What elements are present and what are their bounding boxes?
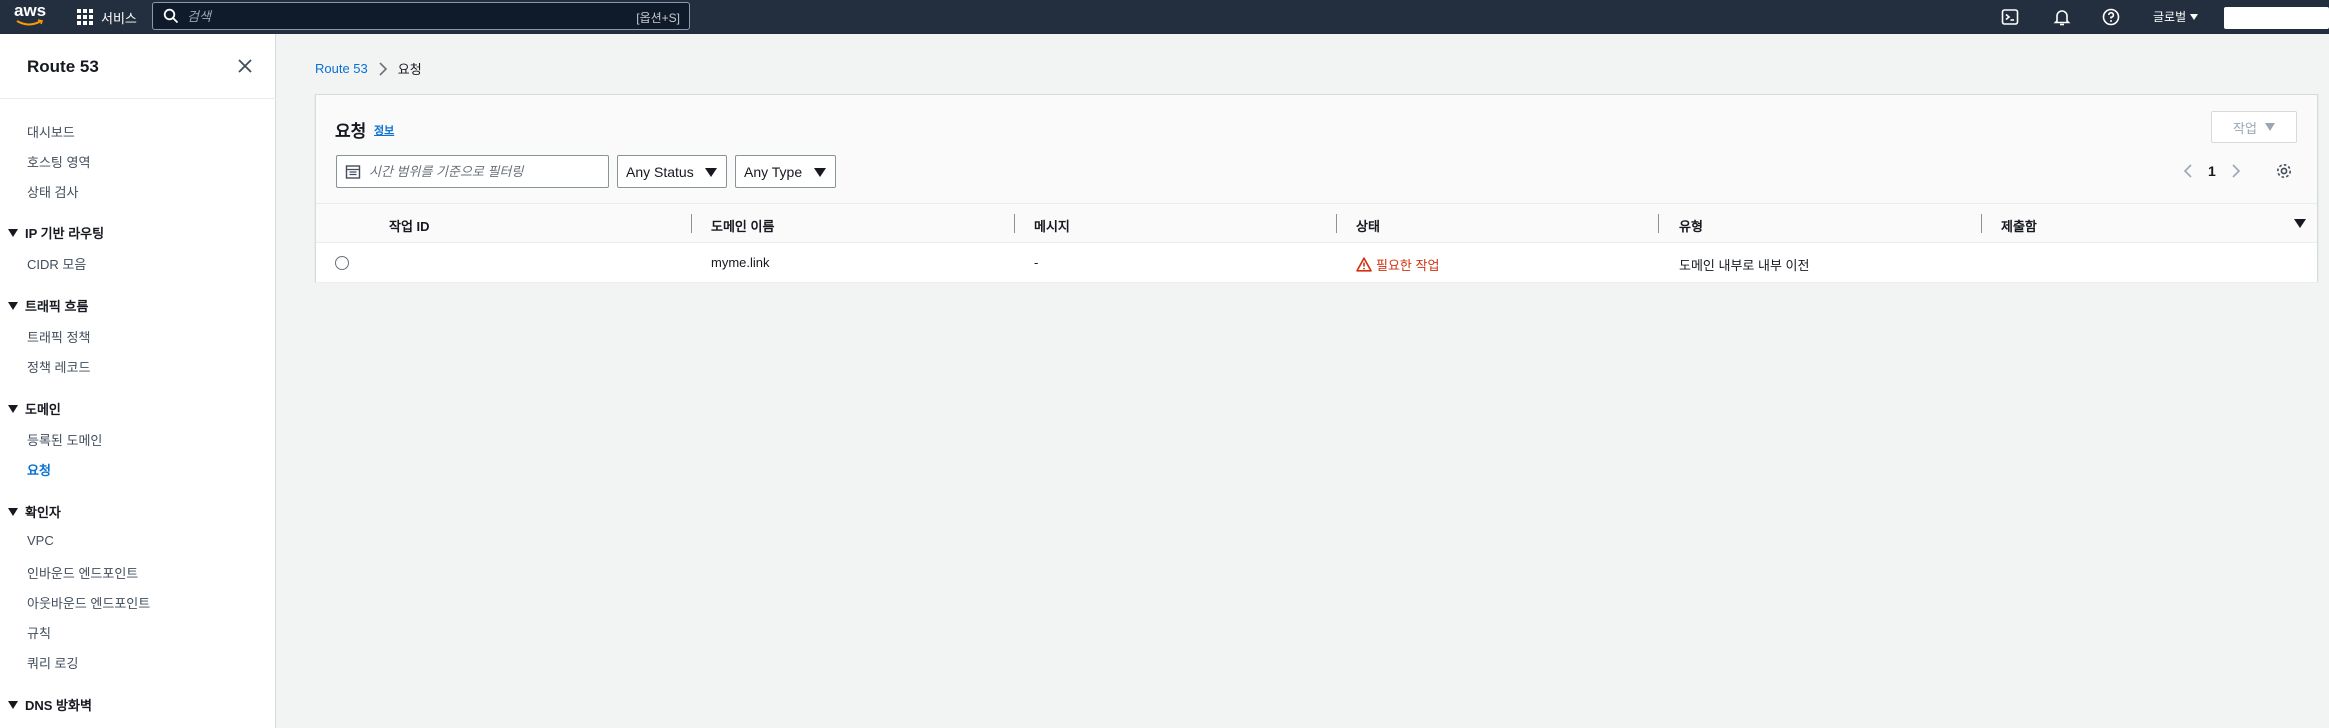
sidebar-item-hosted-zones[interactable]: 호스팅 영역 — [27, 152, 90, 171]
page-number[interactable]: 1 — [2208, 163, 2216, 179]
column-header-message[interactable]: 메시지 — [1034, 216, 1070, 235]
sidebar-group-label: IP 기반 라우팅 — [25, 226, 105, 241]
caret-down-icon — [8, 228, 18, 237]
caret-down-icon — [2190, 13, 2199, 20]
type-filter-select[interactable]: Any Type — [735, 155, 836, 188]
sidebar-item-registered-domains[interactable]: 등록된 도메인 — [27, 430, 102, 449]
caret-down-icon — [8, 404, 18, 413]
date-range-input[interactable] — [369, 164, 599, 179]
services-menu-button[interactable]: 서비스 — [77, 6, 137, 28]
aws-logo-text: aws — [14, 1, 47, 20]
table-header: 작업 ID 도메인 이름 메시지 상태 유형 제출함 — [316, 204, 2317, 243]
bell-icon[interactable] — [2052, 7, 2072, 27]
pagination: 1 — [2182, 163, 2242, 179]
grid-icon — [77, 9, 93, 25]
sidebar-group-domains[interactable]: 도메인 — [8, 399, 61, 418]
column-header-status[interactable]: 상태 — [1356, 216, 1380, 235]
side-navigation: Route 53 대시보드 호스팅 영역 상태 검사 IP 기반 라우팅 CID… — [0, 34, 276, 728]
cloudshell-icon[interactable] — [2000, 7, 2020, 27]
sidebar-item-vpc[interactable]: VPC — [27, 533, 54, 548]
column-header-domain-name[interactable]: 도메인 이름 — [711, 216, 774, 235]
region-label: 글로벌 — [2153, 10, 2187, 24]
warning-icon — [1356, 257, 1372, 272]
aws-smile-icon — [16, 19, 44, 26]
column-header-submitted[interactable]: 제출함 — [2001, 216, 2037, 235]
account-menu[interactable] — [2224, 7, 2329, 29]
sidebar-item-inbound-endpoints[interactable]: 인바운드 엔드포인트 — [27, 563, 138, 582]
panel-header: 요청 정보 작업 Any Status Any Type 1 — [316, 95, 2317, 204]
sidebar-item-rules[interactable]: 규칙 — [27, 623, 51, 642]
aws-logo[interactable]: aws — [14, 1, 47, 29]
caret-down-icon — [705, 168, 717, 177]
page-title: 요청 — [335, 122, 367, 141]
sidebar-group-label: 확인자 — [25, 505, 61, 520]
type-filter-value: Any Type — [744, 163, 803, 180]
status-filter-select[interactable]: Any Status — [617, 155, 727, 188]
row-select-radio[interactable] — [335, 256, 349, 270]
column-resizer[interactable] — [691, 214, 692, 233]
sidebar-item-dashboard[interactable]: 대시보드 — [27, 122, 75, 141]
global-search[interactable]: [옵션+S] — [152, 2, 690, 30]
sidebar-divider — [0, 98, 276, 99]
sidebar-group-label: DNS 방화벽 — [25, 698, 92, 713]
chevron-right-icon — [379, 61, 387, 76]
cell-message: - — [1034, 255, 1039, 270]
caret-down-icon — [8, 700, 18, 709]
sidebar-group-label: 트래픽 흐름 — [25, 299, 89, 314]
sidebar-item-query-logging[interactable]: 쿼리 로깅 — [27, 653, 78, 672]
sidebar-group-resolver[interactable]: 확인자 — [8, 502, 61, 521]
sidebar-group-ip-routing[interactable]: IP 기반 라우팅 — [8, 223, 104, 242]
help-icon[interactable] — [2101, 7, 2121, 27]
breadcrumb-current: 요청 — [397, 62, 422, 77]
chevron-right-icon[interactable] — [2230, 163, 2242, 179]
requests-table-container: 요청 정보 작업 Any Status Any Type 1 — [315, 94, 2318, 282]
caret-down-icon — [8, 301, 18, 310]
status-text: 필요한 작업 — [1376, 258, 1440, 273]
info-link[interactable]: 정보 — [374, 122, 394, 138]
caret-down-icon — [8, 507, 18, 516]
calendar-icon — [345, 164, 361, 179]
sidebar-group-dns-firewall[interactable]: DNS 방화벽 — [8, 695, 92, 714]
column-resizer[interactable] — [1658, 214, 1659, 233]
column-resizer[interactable] — [1014, 214, 1015, 233]
region-selector[interactable]: 글로벌 — [2153, 8, 2199, 25]
breadcrumb: Route 53 요청 — [315, 59, 422, 78]
search-icon — [163, 8, 179, 24]
cell-type: 도메인 내부로 내부 이전 — [1679, 258, 1810, 273]
actions-button[interactable]: 작업 — [2211, 111, 2297, 143]
sort-descending-icon[interactable] — [2294, 219, 2306, 228]
column-header-type[interactable]: 유형 — [1679, 216, 1703, 235]
gear-icon[interactable] — [2275, 162, 2293, 180]
chevron-left-icon[interactable] — [2182, 163, 2194, 179]
date-range-filter[interactable] — [336, 155, 609, 188]
close-icon[interactable] — [236, 57, 254, 75]
cell-domain-name: myme.link — [711, 255, 770, 270]
sidebar-item-policy-records[interactable]: 정책 레코드 — [27, 357, 90, 376]
column-header-operation-id[interactable]: 작업 ID — [389, 216, 430, 235]
breadcrumb-root-link[interactable]: Route 53 — [315, 61, 368, 76]
column-resizer[interactable] — [1336, 214, 1337, 233]
caret-down-icon — [2264, 123, 2275, 131]
sidebar-item-outbound-endpoints[interactable]: 아웃바운드 엔드포인트 — [27, 593, 150, 612]
table-row[interactable]: myme.link - 필요한 작업 도메인 내부로 내부 이전 — [316, 243, 2317, 282]
sidebar-item-health-checks[interactable]: 상태 검사 — [27, 182, 78, 201]
top-navigation: aws 서비스 [옵션+S] 글로벌 — [0, 0, 2329, 34]
cell-status: 필요한 작업 — [1356, 255, 1439, 274]
sidebar-item-cidr-collections[interactable]: CIDR 모음 — [27, 254, 86, 273]
sidebar-group-traffic-flow[interactable]: 트래픽 흐름 — [8, 296, 88, 315]
caret-down-icon — [814, 168, 826, 177]
column-resizer[interactable] — [1981, 214, 1982, 233]
sidebar-title[interactable]: Route 53 — [27, 57, 99, 77]
services-label: 서비스 — [101, 10, 137, 26]
actions-button-label: 작업 — [2233, 120, 2257, 136]
sidebar-item-requests[interactable]: 요청 — [27, 460, 51, 479]
status-filter-value: Any Status — [626, 163, 694, 180]
search-shortcut: [옵션+S] — [636, 11, 680, 25]
search-input[interactable] — [187, 8, 607, 24]
sidebar-group-label: 도메인 — [25, 402, 61, 417]
sidebar-item-traffic-policies[interactable]: 트래픽 정책 — [27, 327, 90, 346]
